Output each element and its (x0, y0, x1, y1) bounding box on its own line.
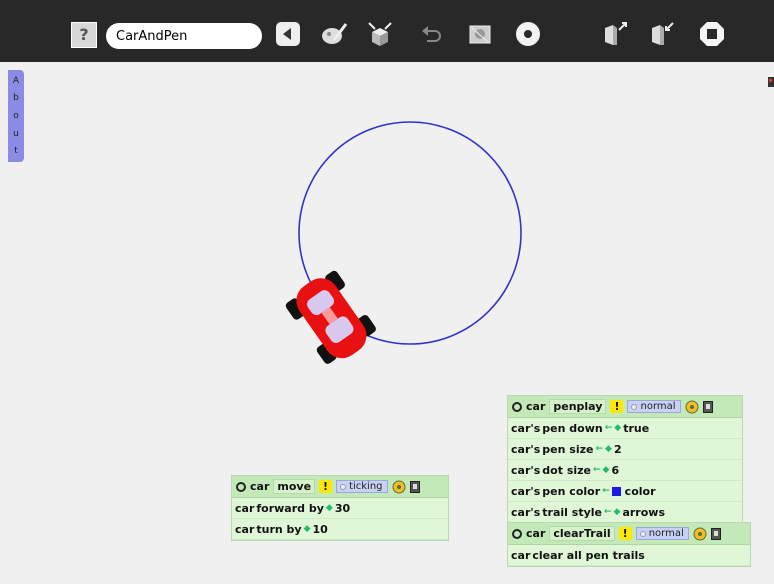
paint-button[interactable] (320, 20, 348, 48)
script-name[interactable]: clearTrail (549, 526, 615, 541)
trash-icon[interactable] (409, 480, 420, 493)
tile-value[interactable]: color (625, 485, 656, 498)
toolbar: ? (0, 0, 774, 62)
tile-object: car (235, 501, 255, 515)
trash-icon[interactable] (710, 527, 721, 540)
value-arrows-icon[interactable]: ◆ (614, 507, 621, 517)
tile-property: dot size (542, 463, 591, 477)
help-button[interactable]: ? (71, 22, 97, 48)
tile-object: car's (511, 505, 541, 519)
script-car-move[interactable]: car move ! ticking car forward by ◆ 30 c… (231, 475, 449, 541)
keep-button[interactable] (601, 20, 629, 48)
script-car-penplay[interactable]: car penplay ! normal car's pen down ← ◆ … (507, 395, 743, 524)
tile-value[interactable]: arrows (622, 506, 665, 519)
tile-value[interactable]: 6 (611, 464, 619, 477)
tile-property: trail style (542, 505, 602, 519)
dot-icon (516, 22, 540, 46)
supplies-button[interactable] (366, 20, 394, 48)
tile-dot-size[interactable]: car's dot size ← ◆ 6 (508, 460, 742, 481)
view-button[interactable] (466, 20, 494, 48)
dot-button[interactable] (514, 20, 542, 48)
tile-trail-style[interactable]: car's trail style ← ◆ arrows (508, 502, 742, 523)
back-icon (276, 22, 300, 46)
color-swatch[interactable] (611, 486, 621, 496)
tile-property: pen down (542, 421, 603, 435)
tile-object: car's (511, 463, 541, 477)
share-button[interactable] (648, 20, 676, 48)
assign-arrow-icon[interactable]: ← (605, 423, 613, 433)
tile-forward-by[interactable]: car forward by ◆ 30 (232, 498, 448, 519)
script-status[interactable]: normal (635, 527, 689, 540)
about-flap-tab[interactable]: A b o u t (8, 70, 24, 162)
script-header: car clearTrail ! normal (508, 523, 750, 545)
supplies-icon (368, 22, 392, 46)
script-name[interactable]: penplay (549, 399, 607, 414)
tile-object: car (511, 548, 531, 562)
about-letter: u (13, 128, 19, 139)
value-arrows-icon[interactable]: ◆ (326, 503, 333, 513)
script-button-icon[interactable] (236, 481, 246, 492)
tile-clear-pen-trails[interactable]: car clear all pen trails (508, 545, 750, 566)
script-button-icon[interactable] (512, 401, 522, 412)
script-menu-icon[interactable] (685, 400, 699, 414)
script-name[interactable]: move (273, 479, 316, 494)
share-icon (652, 22, 674, 45)
value-arrows-icon[interactable]: ◆ (603, 465, 610, 475)
script-player: car (526, 400, 546, 413)
undo-icon (422, 26, 441, 42)
tile-value[interactable]: 2 (614, 443, 622, 456)
script-status[interactable]: normal (627, 400, 681, 413)
back-button[interactable] (274, 20, 302, 48)
flap-handle-icon[interactable] (768, 72, 774, 87)
about-letter: b (13, 93, 19, 104)
script-menu-icon[interactable] (392, 480, 406, 494)
paint-icon (322, 23, 348, 44)
tile-object: car's (511, 421, 541, 435)
script-header: car penplay ! normal (508, 396, 742, 418)
script-header: car move ! ticking (232, 476, 448, 498)
tile-property: pen size (542, 442, 594, 456)
keep-icon (605, 22, 627, 45)
value-arrows-icon[interactable]: ◆ (605, 444, 612, 454)
assign-arrow-icon[interactable]: ← (602, 486, 610, 496)
tile-pen-down[interactable]: car's pen down ← ◆ true (508, 418, 742, 439)
stop-button[interactable] (698, 20, 726, 48)
tile-object: car (235, 522, 255, 536)
script-player: car (250, 480, 270, 493)
tile-turn-by[interactable]: car turn by ◆ 10 (232, 519, 448, 540)
tile-pen-size[interactable]: car's pen size ← ◆ 2 (508, 439, 742, 460)
script-button-icon[interactable] (512, 528, 522, 539)
undo-button[interactable] (418, 20, 446, 48)
script-player: car (526, 527, 546, 540)
tile-property: pen color (542, 484, 601, 498)
script-status[interactable]: ticking (336, 480, 388, 493)
run-once-button[interactable]: ! (618, 527, 632, 540)
about-letter: A (12, 75, 20, 86)
tile-object: car's (511, 442, 541, 456)
tile-command: forward by (256, 501, 324, 515)
tile-value[interactable]: 30 (335, 502, 350, 515)
run-once-button[interactable]: ! (610, 400, 624, 413)
tile-command: turn by (256, 522, 302, 536)
project-name-field[interactable] (106, 23, 262, 49)
tile-command: clear all pen trails (532, 548, 645, 562)
value-arrows-icon[interactable]: ◆ (614, 423, 621, 433)
tile-pen-color[interactable]: car's pen color ← color (508, 481, 742, 502)
assign-arrow-icon[interactable]: ← (593, 465, 601, 475)
trash-icon[interactable] (702, 400, 713, 413)
tile-value[interactable]: true (623, 422, 649, 435)
about-letter: t (14, 146, 18, 157)
assign-arrow-icon[interactable]: ← (595, 444, 603, 454)
value-arrows-icon[interactable]: ◆ (304, 524, 311, 534)
assign-arrow-icon[interactable]: ← (604, 507, 612, 517)
car-sprite[interactable] (277, 264, 387, 374)
run-once-button[interactable]: ! (319, 480, 333, 493)
stop-icon (700, 22, 724, 46)
script-menu-icon[interactable] (693, 527, 707, 541)
script-car-cleartrail[interactable]: car clearTrail ! normal car clear all pe… (507, 522, 751, 567)
about-letter: o (13, 110, 19, 121)
tile-object: car's (511, 484, 541, 498)
tile-value[interactable]: 10 (313, 523, 328, 536)
view-icon (469, 25, 491, 44)
